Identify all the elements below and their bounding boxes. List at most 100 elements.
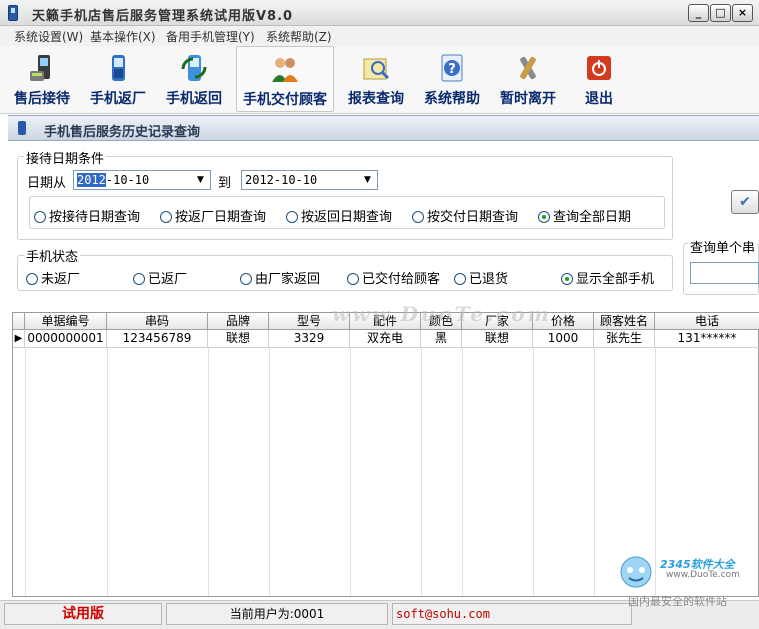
date-from-picker[interactable]: 2012-10-10 ▼ (73, 170, 211, 190)
menu-system-settings[interactable]: 系统设置(W) (14, 28, 83, 45)
grid-line (208, 348, 209, 596)
menu-bar: 系统设置(W) 基本操作(X) 备用手机管理(Y) 系统帮助(Z) (0, 26, 759, 46)
radio-not-returned-factory[interactable]: 未返厂 (26, 268, 80, 287)
column-header-phone[interactable]: 电话 (655, 313, 759, 330)
report-query-icon (363, 58, 390, 80)
help-icon: ? (441, 54, 463, 82)
window-title: 天籁手机店售后服务管理系统试用版V8.0 (32, 9, 294, 24)
row-header-corner (13, 313, 25, 330)
toolbar: 售后接待 手机返厂 手机返回 手机交付顾客 报表查询 ? 系统帮助 暂时离开 退… (0, 46, 759, 114)
close-button[interactable]: × (732, 4, 753, 22)
radio-dot (34, 211, 46, 223)
table-cell[interactable]: 131****** (655, 330, 759, 348)
radio-dot (133, 273, 145, 285)
phone-status-title: 手机状态 (24, 246, 81, 265)
table-cell[interactable]: 123456789 (107, 330, 208, 348)
table-cell[interactable]: 联想 (208, 330, 269, 348)
column-header-serial[interactable]: 串码 (107, 313, 208, 330)
date-group-title: 接待日期条件 (24, 148, 107, 167)
column-header-brand[interactable]: 品牌 (208, 313, 269, 330)
date-to-picker[interactable]: 2012-10-10 ▼ (241, 170, 378, 190)
dropdown-arrow-icon[interactable]: ▼ (193, 173, 208, 187)
download-site-logo: 2345软件大全 www.DuoTe.com 国内最安全的软件站 (610, 548, 759, 608)
table-cell[interactable]: 张先生 (594, 330, 655, 348)
report-query-label: 报表查询 (348, 91, 404, 107)
query-confirm-button[interactable]: ✔ (731, 190, 759, 214)
panel-header: 手机售后服务历史记录查询 (8, 115, 759, 141)
radio-reception-date[interactable]: 按接待日期查询 (34, 206, 140, 225)
exit-button[interactable]: 退出 (566, 46, 632, 112)
radio-show-all-phones[interactable]: 显示全部手机 (561, 268, 654, 287)
leave-temporarily-button[interactable]: 暂时离开 (492, 46, 564, 112)
tools-leave-icon (520, 56, 536, 80)
table-cell[interactable]: 联想 (462, 330, 533, 348)
deliver-to-customer-icon (272, 58, 298, 82)
power-exit-icon (587, 56, 611, 80)
radio-returned-factory[interactable]: 已返厂 (133, 268, 187, 287)
minimize-button[interactable]: _ (688, 4, 709, 22)
radio-all-dates[interactable]: 查询全部日期 (538, 206, 631, 225)
menu-basic-operations[interactable]: 基本操作(X) (90, 28, 156, 45)
table-cell[interactable]: 黑 (421, 330, 462, 348)
radio-dot (240, 273, 252, 285)
trial-badge: 试用版 (4, 603, 162, 625)
phone-returned-button[interactable]: 手机返回 (158, 46, 230, 112)
grid-line (269, 348, 270, 596)
radio-refunded[interactable]: 已退货 (454, 268, 508, 287)
leave-temporarily-label: 暂时离开 (500, 91, 556, 107)
radio-delivery-date[interactable]: 按交付日期查询 (412, 206, 518, 225)
menu-spare-phone-management[interactable]: 备用手机管理(Y) (166, 28, 255, 45)
phone-return-factory-icon (112, 55, 125, 81)
grid-line (25, 348, 26, 596)
phone-returned-label: 手机返回 (166, 91, 222, 107)
return-factory-label: 手机返厂 (90, 91, 146, 107)
date-from-value: 2012-10-10 (77, 173, 150, 187)
system-help-button[interactable]: ? 系统帮助 (416, 46, 488, 112)
logo-slogan: 国内最安全的软件站 (628, 595, 727, 608)
grid-line (421, 348, 422, 596)
date-from-label: 日期从 (27, 176, 67, 191)
grid-line (533, 348, 534, 596)
system-help-label: 系统帮助 (424, 91, 480, 107)
column-header-doc-no[interactable]: 单据编号 (25, 313, 107, 330)
deliver-to-customer-button[interactable]: 手机交付顾客 (236, 46, 334, 112)
menu-system-help[interactable]: 系统帮助(Z) (266, 28, 332, 45)
radio-dot (454, 273, 466, 285)
radio-dot-selected (538, 211, 550, 223)
radio-dot (160, 211, 172, 223)
site-watermark: www.DuoTe.com (332, 302, 552, 326)
radio-dot (26, 273, 38, 285)
contact-email: soft@sohu.com (392, 603, 632, 625)
radio-returned-from-factory[interactable]: 由厂家返回 (240, 268, 320, 287)
logo-url: www.DuoTe.com (666, 570, 740, 580)
radio-delivered-to-customer[interactable]: 已交付给顾客 (347, 268, 440, 287)
grid-line (350, 348, 351, 596)
table-cell[interactable]: 0000000001 (25, 330, 107, 348)
radio-dot (286, 211, 298, 223)
checkmark-icon: ✔ (739, 194, 751, 210)
table-cell[interactable]: 3329 (269, 330, 350, 348)
table-cell[interactable]: 双充电 (350, 330, 421, 348)
reception-button[interactable]: 售后接待 (4, 46, 80, 112)
grid-line (594, 348, 595, 596)
current-user-status: 当前用户为:0001 (166, 603, 388, 625)
date-to-label: 到 (218, 176, 232, 191)
return-factory-button[interactable]: 手机返厂 (82, 46, 154, 112)
exit-label: 退出 (585, 91, 613, 107)
row-pointer-icon[interactable]: ▶ (13, 330, 25, 348)
grid-line (107, 348, 108, 596)
radio-return-factory-date[interactable]: 按返厂日期查询 (160, 206, 266, 225)
table-cell[interactable]: 1000 (533, 330, 594, 348)
deliver-to-customer-label: 手机交付顾客 (243, 92, 327, 108)
dropdown-arrow-icon[interactable]: ▼ (360, 173, 375, 187)
phone-returned-icon (181, 55, 207, 81)
title-bar: 天籁手机店售后服务管理系统试用版V8.0 _ □ × (0, 0, 759, 26)
radio-returned-date[interactable]: 按返回日期查询 (286, 206, 392, 225)
serial-search-input[interactable] (690, 262, 759, 284)
column-header-customer-name[interactable]: 顾客姓名 (594, 313, 655, 330)
report-query-button[interactable]: 报表查询 (340, 46, 412, 112)
grid-line (462, 348, 463, 596)
phone-icon (18, 121, 26, 135)
maximize-button[interactable]: □ (710, 4, 731, 22)
single-query-title: 查询单个串 (688, 237, 758, 256)
